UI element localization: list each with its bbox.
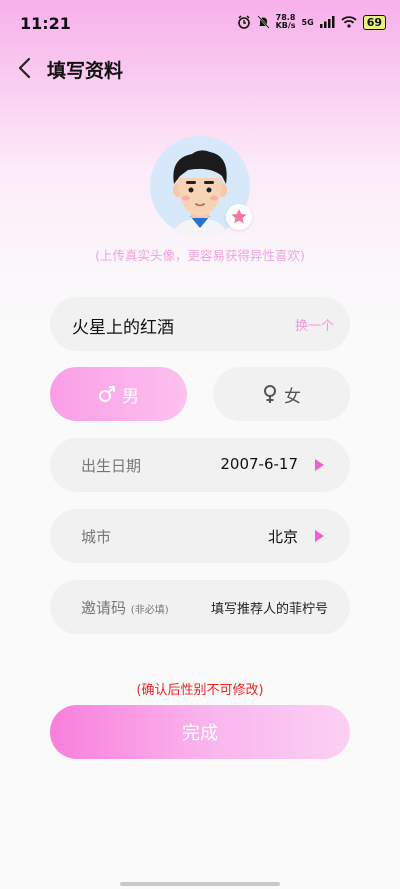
female-symbol-icon xyxy=(264,385,276,403)
status-icons: 78.8 KB/s 5G 69 xyxy=(237,14,386,30)
city-value: 北京 xyxy=(267,528,298,546)
gender-male-button[interactable]: 男 xyxy=(50,367,187,421)
status-bar: 11:21 78.8 KB/s 5G 69 xyxy=(0,0,400,44)
invite-code-optional-hint: (非必填) xyxy=(130,605,169,616)
gender-female-label: 女 xyxy=(284,386,301,407)
nickname-value: 火星上的红酒 xyxy=(72,318,174,338)
avatar-upload-tip: (上传真实头像，更容易获得异性喜欢) xyxy=(95,248,305,263)
birthday-label: 出生日期 xyxy=(81,457,142,475)
home-indicator[interactable] xyxy=(120,882,280,886)
change-nickname-button[interactable]: 换一个 xyxy=(295,315,334,334)
back-button[interactable] xyxy=(12,56,36,80)
city-label: 城市 xyxy=(81,528,112,546)
star-icon xyxy=(231,209,247,224)
gender-warning-notice: (确认后性别不可修改) xyxy=(136,683,264,698)
invite-code-input[interactable]: 填写推荐人的菲柠号 xyxy=(211,598,328,617)
city-arrow-icon xyxy=(315,530,324,542)
nickname-field[interactable]: 火星上的红酒 换一个 xyxy=(50,297,350,351)
net-speed: 78.8 KB/s xyxy=(276,14,296,30)
birthday-value: 2007-6-17 xyxy=(220,455,298,473)
battery-indicator: 69 xyxy=(362,14,386,30)
net-speed-unit: KB/s xyxy=(275,21,296,30)
gender-female-button[interactable]: 女 xyxy=(213,367,350,421)
submit-button[interactable]: 完成 xyxy=(50,705,350,759)
male-symbol-icon xyxy=(99,386,115,402)
wifi-icon xyxy=(341,16,357,28)
avatar-badge xyxy=(226,204,252,230)
avatar-upload[interactable] xyxy=(150,136,252,236)
network-type: 5G xyxy=(301,17,314,27)
signal-icon xyxy=(319,16,335,28)
status-time: 11:21 xyxy=(20,14,71,33)
city-field[interactable]: 城市 北京 xyxy=(50,509,350,563)
invite-code-label: 邀请码 (非必填) xyxy=(81,597,169,618)
page-title: 填写资料 xyxy=(47,60,124,82)
chevron-left-icon xyxy=(18,57,31,79)
gender-male-label: 男 xyxy=(122,386,139,407)
alarm-icon xyxy=(237,15,250,29)
invite-code-field[interactable]: 邀请码 (非必填) 填写推荐人的菲柠号 xyxy=(50,580,350,634)
invite-code-label-text: 邀请码 xyxy=(81,599,127,617)
birthday-field[interactable]: 出生日期 2007-6-17 xyxy=(50,438,350,492)
birthday-arrow-icon xyxy=(315,459,324,471)
mute-bell-icon xyxy=(256,15,270,29)
